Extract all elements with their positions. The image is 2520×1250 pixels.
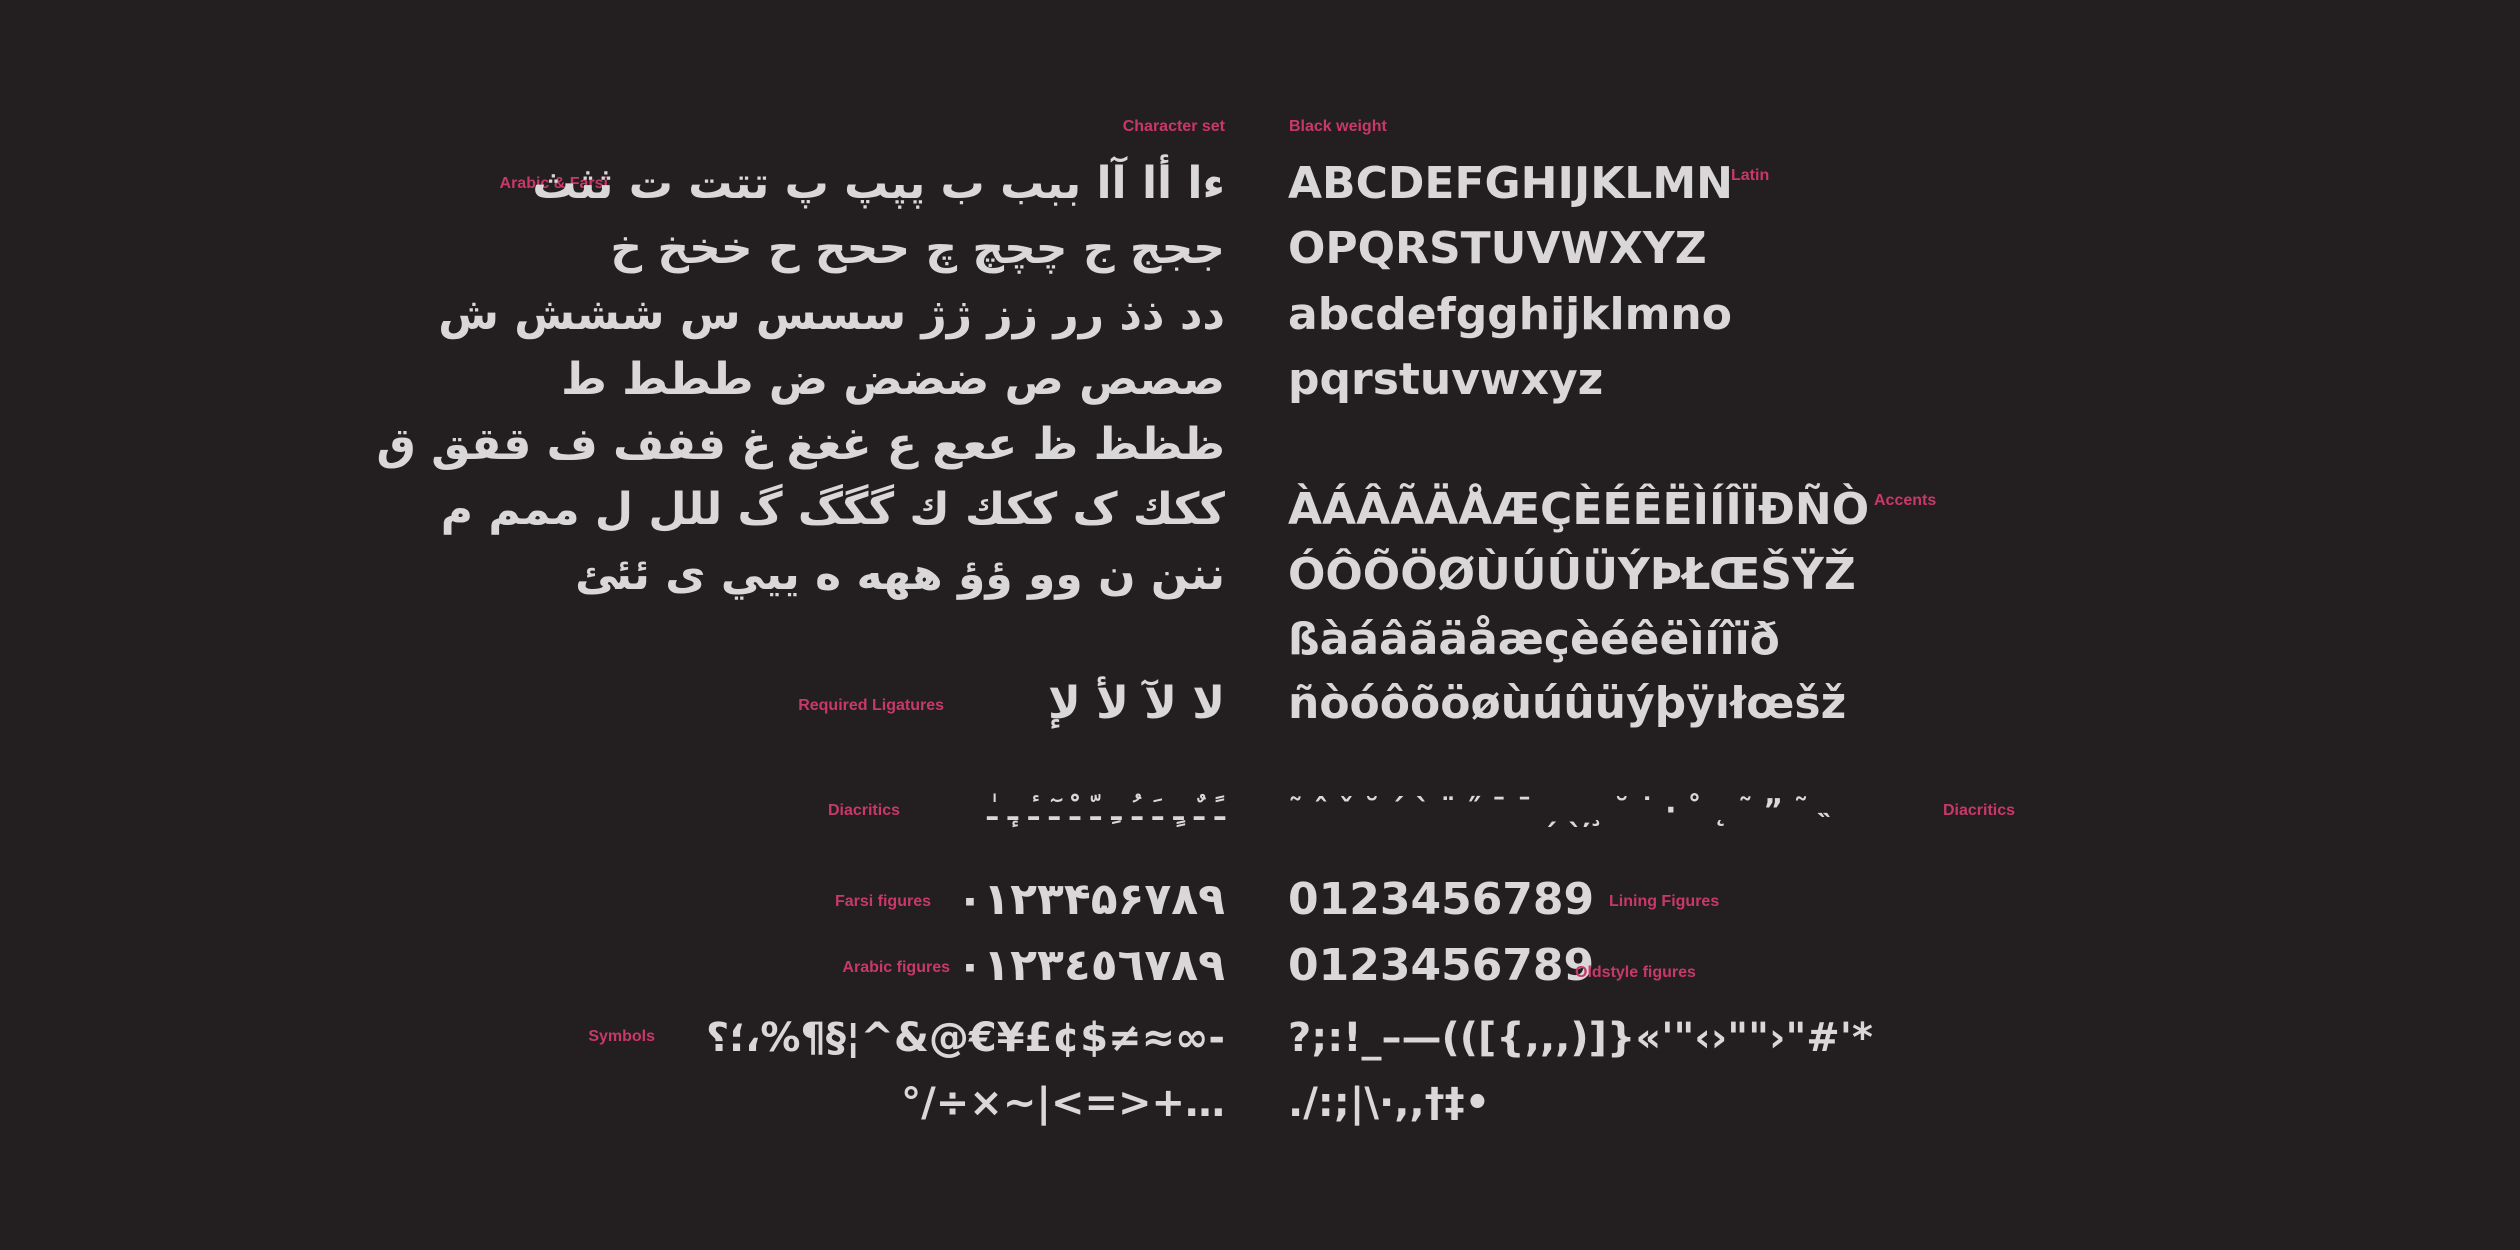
oldstyle-figures-label: Oldstyle figures xyxy=(1575,964,1696,981)
diacritics-right-label: Diacritics xyxy=(1943,802,2016,819)
farsi-figures-glyphs: ۰۱۲۳۴۵۶۷۸۹ xyxy=(956,874,1225,925)
required-ligatures-label: Required Ligatures xyxy=(798,697,944,714)
arabic-row-1: ءا أا آا ببب ب پپپ پ تتت ت ثثث xyxy=(532,158,1225,209)
arabic-row-7: ننن ن وو ؤؤ ههه ه ييي ى ئئئ xyxy=(575,549,1225,600)
arabic-row-4: صصص ص ضضض ض ططط ط xyxy=(561,354,1225,405)
character-set-heading: Character set xyxy=(1122,118,1225,135)
oldstyle-figures-glyphs: 0123456789 xyxy=(1288,940,1595,991)
latin-row-4: pqrstuvwxyz xyxy=(1288,354,1604,405)
accents-label: Accents xyxy=(1874,492,1937,509)
diacritics-left-label: Diacritics xyxy=(827,802,900,819)
arabic-row-2: ججج ج چچچ چ ححح ح خخخ خ xyxy=(610,223,1225,274)
accents-row-4: ñòóôõöøùúûüýþÿıłœšž xyxy=(1288,678,1847,729)
latin-row-3: abcdefgghijklmno xyxy=(1288,289,1732,340)
arabic-row-6: ككك ک ككك ك گگگ گ للل ل ممم م xyxy=(440,484,1225,535)
accents-row-3: ßàáâãäåæçèéêëìíîïð xyxy=(1288,614,1780,665)
latin-row-2: OPQRSTUVWXYZ xyxy=(1288,223,1707,274)
latin-label: Latin xyxy=(1731,167,1770,184)
symbols-label: Symbols xyxy=(588,1028,655,1045)
arabic-figures-label: Arabic figures xyxy=(842,959,950,976)
arabic-symbols-line-1: -∞≈≠$¢£¥€@&^¦§¶%،؛؟ xyxy=(705,1015,1225,1061)
arabic-diacritics: ـً ـٌ ـٍ ـَ ـُ ـِ ـّ ـْ ـٓ ـٔ ـٕ ـٰ xyxy=(987,793,1225,828)
latin-row-1: ABCDEFGHIJKLMN xyxy=(1288,158,1733,209)
arabic-figures-glyphs: ٠١٢٣٤٥٦٧٨٩ xyxy=(956,940,1225,991)
accents-row-1: ÀÁÂÃÄÅÆÇÈÉÊËÌÍÎÏÐÑÒ xyxy=(1288,484,1870,535)
arabic-row-3: دد ذذ رر زز ژژ سسس س ششش ش xyxy=(438,289,1225,340)
farsi-figures-label: Farsi figures xyxy=(834,893,931,910)
lining-figures-glyphs: 0123456789 xyxy=(1288,874,1595,925)
latin-diacritics: ˜ ˆ ˇ ˘ ˊ ˋ ¨ ˝ ¯ ˉ ˏ ˎ ̦ ̧ ˘ ˙ · ˚ ˛ ˜ … xyxy=(1288,793,1829,828)
arabic-symbols-line-2: …+<=>|~×÷/° xyxy=(901,1080,1225,1126)
latin-symbols-line-2: ./:;|\·,,†‡• xyxy=(1288,1080,1491,1126)
arabic-row-5: ظظظ ظ ععع ع غغغ غ ففف ف ققق ق xyxy=(376,419,1225,470)
required-ligatures-glyphs: لا لآ لأ لإ xyxy=(1047,678,1225,729)
accents-row-2: ÓÔÕÖØÙÚÛÜÝÞŁŒŠŸŽ xyxy=(1288,549,1856,600)
latin-symbols-line-1: ?;:!_–—(([{,,,)]}«'"‹›""›"#'* xyxy=(1288,1015,1873,1061)
black-weight-heading: Black weight xyxy=(1289,118,1387,135)
lining-figures-label: Lining Figures xyxy=(1609,893,1720,910)
